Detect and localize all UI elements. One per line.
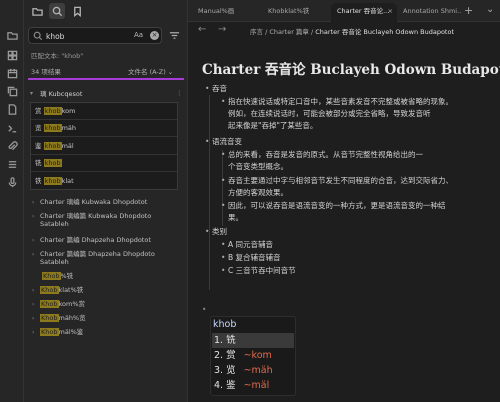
bookmark-icon[interactable] [69,3,85,19]
match-line[interactable]: 鉴 khobmäl [31,138,177,155]
chevron-right-icon: › [32,287,35,294]
result-row[interactable]: › Charter 篇编篇 Dhapzeha Dhopdoto [32,248,182,258]
ime-query: khob [213,319,237,330]
result-file-row[interactable]: › Khobmäh%览 [32,312,182,322]
mic-icon[interactable] [5,175,19,189]
indent-guide [222,150,223,226]
match-line[interactable]: 赏 khobkom [31,103,177,120]
close-icon[interactable]: × [388,3,393,20]
sort-select[interactable]: 文件名 (A-Z) ⌄ [128,66,173,76]
ime-candidate[interactable]: 4. 鉴 ~mäl [212,378,294,393]
chevron-right-icon: › [32,251,35,258]
outline-item-cont: 果。 [228,213,243,222]
ime-suggestion-popup: khob 1. 铣 2. 赏 ~kom 3. 览 ~mäh 4. 鉴 ~mäl [210,316,296,396]
tab-charter[interactable]: Charter 吞音论... × [331,3,397,22]
outline-item-cont: 方便的客观效果。 [228,188,288,197]
outline-item[interactable]: • A 同元音辅音 [221,239,273,251]
chevron-down-icon: ▾ [30,89,34,97]
chevron-right-icon: › [32,199,35,206]
result-row[interactable]: › Charter 璃编 Kubwaka Dhopdotot [32,196,182,206]
breadcrumb-item[interactable]: 序言 [250,28,263,36]
result-row[interactable]: › Charter 璃编篇 Kubwaka Dhopdoto [32,210,182,220]
outline-item[interactable]: • 吞音 [205,83,227,95]
editor-pane[interactable]: Charter 吞音论 Buclayeh Odown Budapotot • 吞音… [188,40,500,402]
clear-search-icon[interactable]: × [150,31,159,40]
chevron-right-icon: › [32,301,35,308]
result-group-header[interactable]: ▾ 璃 Kubcqesot ⋮ [30,88,183,98]
file-icon[interactable] [5,102,19,116]
outline-item[interactable]: • 吞音主要通过中字与相邻音节发生不同程度的合音，达到交际省力、 [221,175,490,187]
nav-bar: ← → 序言 / Charter 篇章 / Charter 吞音论 Buclay… [188,22,500,40]
search-input[interactable] [46,30,124,42]
left-ribbon [0,0,24,402]
sidebar-toolbar [24,0,188,22]
ime-candidate[interactable]: 1. 铣 [212,333,294,348]
result-file-row[interactable]: › Khobklat%铁 [32,284,182,294]
outline-item[interactable]: • 类别 [205,226,227,238]
grid-icon[interactable] [5,48,19,62]
search-tab-icon[interactable] [49,3,65,19]
outline-bullet-empty[interactable]: • [202,304,206,316]
match-case-toggle[interactable]: Aa [134,31,143,39]
filter-options-icon[interactable] [169,30,181,42]
calendar-icon[interactable] [5,66,19,80]
search-sidebar: Aa × 匹配文本: "khob" 34 项结果 文件名 (A-Z) ⌄ ▾ 璃… [24,0,188,402]
outline-item-cont: 个音变类型概念。 [228,162,288,171]
outline-item[interactable]: • 总的来看，吞音是发音的原式。从音节完整性视角给出的一 [221,149,490,161]
result-file-row[interactable]: › Khobkom%赏 [32,298,182,308]
match-line[interactable]: 铣 khob [31,155,177,172]
indent-guide [209,95,210,290]
tab-bar: Manual%画 Khobklat%铁 Charter 吞音论... × Anno… [188,0,500,22]
files-icon[interactable] [29,3,45,19]
match-context-box: 赏 khobkom 览 khobmäh 鉴 khobmäl 铣 khob 铁 k… [30,102,178,190]
breadcrumb: 序言 / Charter 篇章 / Charter 吞音论 Buclayeh O… [250,28,454,36]
chevron-right-icon: › [32,237,35,244]
result-row-wrap: Satableh [40,220,69,228]
ime-candidate[interactable]: 2. 赏 ~kom [212,348,294,363]
outline-item-cont: 例如，在连续说话时，可能会被部分或完全省略，导致发音听 [228,109,431,118]
match-text-hint: 匹配文本: "khob" [31,52,84,60]
ime-candidate[interactable]: 3. 览 ~mäh [212,363,294,378]
breadcrumb-item[interactable]: Charter 篇章 [269,28,309,36]
outline-item[interactable]: • C 三音节吞中间音节 [221,265,296,277]
forward-icon[interactable]: → [218,24,226,35]
tab-khobklat[interactable]: Khobklat%铁 [262,3,332,22]
copy-icon[interactable] [5,84,19,98]
chevron-right-icon: › [32,213,35,220]
tab-manual[interactable]: Manual%画 [192,3,262,22]
result-group-title: 璃 Kubcqesot [40,90,83,98]
back-icon[interactable]: ← [198,24,206,35]
result-row[interactable]: › Charter 篇编 Dhapzeha Dhopdotot [32,234,182,244]
breadcrumb-current: Charter 吞音论 Buclayeh Odown Budapotot [315,28,454,36]
result-row-wrap: Satableh [40,258,69,266]
match-line[interactable]: 览 khobmäh [31,120,177,137]
result-file-row[interactable]: › Khobmäl%鉴 [32,326,182,336]
outline-item[interactable]: • 指在快速说话或特定口音中，某些音素发音不完整或被省略的现象。 [221,96,490,108]
chevron-right-icon: › [32,315,35,322]
outline-item-cont: 起来像是"吞掉"了某些音。 [228,121,318,130]
search-input-box[interactable]: Aa × [28,27,162,44]
search-icon [33,31,43,41]
chevron-right-icon: › [32,329,35,336]
more-options-icon[interactable]: ⋮ [176,89,183,97]
outline-item[interactable]: • 语流音变 [205,136,242,148]
accent-divider [28,78,184,80]
result-file-row[interactable]: Khob%铣 [42,270,192,280]
outline-item[interactable]: • 因此，可以说吞音是语流音变的一种方式，更是语流音变的一种结 [221,200,490,212]
tab-list-icon[interactable]: ⌄ [486,4,494,15]
tab-annotation[interactable]: Annotation Shmi... [397,3,461,22]
new-tab-icon[interactable]: + [464,4,473,17]
terminal-icon[interactable] [5,121,19,135]
outline-item[interactable]: • B 复合辅音辅音 [221,252,281,264]
list-icon[interactable] [5,157,19,171]
attachment-icon[interactable] [5,139,19,153]
match-line[interactable]: 铁 khobklat [31,173,177,190]
folder-icon[interactable] [5,28,19,42]
result-count: 34 项结果 [31,68,61,76]
page-title: Charter 吞音论 Buclayeh Odown Budapotot [202,62,500,78]
